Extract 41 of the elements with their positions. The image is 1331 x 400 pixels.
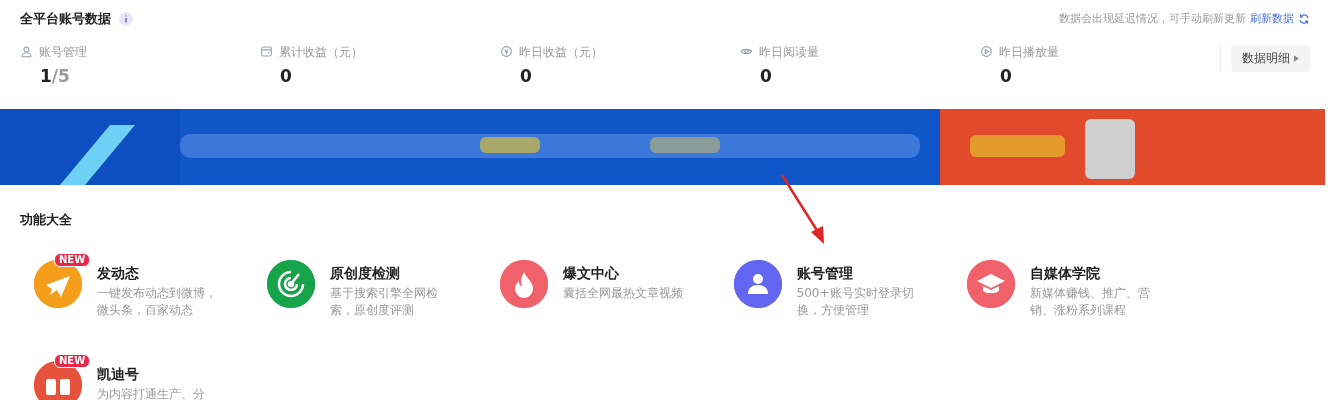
feature-description: 新媒体赚钱、推广、营销、涨粉系列课程 [1029,284,1151,319]
stat-value: 0 [280,64,292,88]
stat-label: 昨日播放量 [999,43,1059,61]
feature-title[interactable]: 爆文中心 [563,262,694,283]
coin-icon [500,45,513,58]
person-icon [20,45,33,58]
section-title: 全平台账号数据 [20,10,111,28]
stat-label: 账号管理 [39,43,87,61]
feature-description: 基于搜索引擎全网检索，原创度评测 [330,284,440,319]
stat-value: 0 [1000,64,1012,88]
wallet-icon [260,45,273,58]
feature-title[interactable]: 自媒体学院 [1029,262,1160,283]
new-badge: NEW [54,353,91,368]
new-badge: NEW [54,252,91,267]
details-button[interactable]: 数据明细 [1231,44,1310,72]
refresh-link[interactable]: 刷新数据 [1250,10,1294,27]
cap-circle-icon[interactable] [966,259,1015,308]
feature-title[interactable]: 原创度检测 [330,262,461,283]
caret-icon [1294,54,1299,62]
feature-title[interactable]: 凯迪号 [97,363,227,384]
refresh-icon[interactable] [1298,12,1310,25]
feature-title[interactable]: 发动态 [97,262,227,283]
stat-value: 1 [40,64,52,88]
stat-label: 昨日阅读量 [759,43,819,61]
radar-circle-icon[interactable] [267,259,316,308]
fire-circle-icon[interactable] [500,259,549,308]
delay-notice: 数据会出现延迟情况，可手动刷新更新 [1059,10,1246,27]
feature-title[interactable]: 账号管理 [796,262,927,283]
feature-description: 一键发布动态到微博，微头条，百家动态 [97,284,218,319]
info-icon[interactable] [119,11,133,26]
stat-value: 0 [760,64,772,88]
feature-description: 500+账号实时登录切换，方便管理 [796,284,915,319]
stat-label: 累计收益（元） [279,43,363,61]
stat-label: 昨日收益（元） [519,43,603,61]
stat-value: 0 [520,64,532,88]
stat-total: /5 [51,64,70,88]
play-icon [980,45,993,58]
features-title: 功能大全 [20,211,72,227]
person-circle-icon[interactable] [733,259,782,308]
feature-description: 为内容打通生产、分 [97,385,206,400]
feature-description: 囊括全网最热文章视频 [563,284,685,302]
